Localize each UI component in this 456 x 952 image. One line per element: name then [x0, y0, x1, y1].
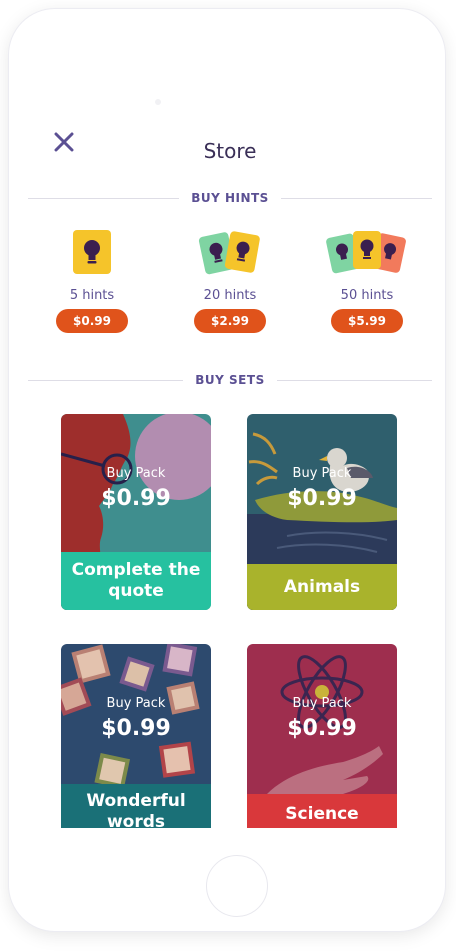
- set-name-band: Science: [247, 794, 397, 828]
- hint-count-label: 20 hints: [203, 288, 257, 303]
- hint-card-icon: [72, 228, 112, 276]
- buy-sets-divider: BUY SETS: [28, 371, 432, 389]
- hint-pack-5[interactable]: 5 hints $0.99: [32, 228, 152, 333]
- set-name: Animals: [283, 576, 361, 597]
- buy-pack-label: Buy Pack: [106, 466, 166, 481]
- set-card-quote[interactable]: Buy Pack $0.99 Complete the quote: [61, 414, 211, 610]
- set-name: Wonderful words: [86, 791, 186, 828]
- set-card-words[interactable]: Buy Pack $0.99 Wonderful words: [61, 644, 211, 828]
- camera-dot: [155, 99, 161, 105]
- hint-price-button[interactable]: $2.99: [194, 309, 266, 333]
- set-name-band: Complete the quote: [61, 552, 211, 610]
- buy-pack-label: Buy Pack: [292, 466, 352, 481]
- hint-pack-50[interactable]: 50 hints $5.99: [307, 228, 427, 333]
- set-card-animals[interactable]: Buy Pack $0.99 Animals: [247, 414, 397, 610]
- set-price: $0.99: [101, 486, 171, 511]
- page-title: Store: [203, 139, 257, 163]
- set-price: $0.99: [101, 716, 171, 741]
- buy-hints-heading: BUY HINTS: [191, 191, 269, 205]
- set-price: $0.99: [287, 486, 357, 511]
- hint-count-label: 50 hints: [340, 288, 394, 303]
- hint-count-label: 5 hints: [69, 288, 115, 303]
- buy-pack-label: Buy Pack: [106, 696, 166, 711]
- set-name: Complete the quote: [71, 560, 201, 601]
- buy-sets-heading: BUY SETS: [195, 373, 265, 387]
- set-card-science[interactable]: Buy Pack $0.99 Science: [247, 644, 397, 828]
- hint-cards-icon: [198, 228, 262, 276]
- set-price: $0.99: [287, 716, 357, 741]
- buy-hints-divider: BUY HINTS: [28, 189, 432, 207]
- hint-pack-20[interactable]: 20 hints $2.99: [170, 228, 290, 333]
- hint-price-button[interactable]: $5.99: [331, 309, 403, 333]
- set-name: Science: [285, 804, 359, 824]
- set-name-band: Animals: [247, 564, 397, 610]
- set-name-band: Wonderful words: [61, 784, 211, 828]
- hint-cards-icon: [325, 228, 409, 276]
- hints-row: 5 hints $0.99 20 hints $2.99 50 hints $5…: [28, 228, 432, 338]
- home-button[interactable]: [206, 855, 268, 917]
- buy-pack-label: Buy Pack: [292, 696, 352, 711]
- store-screen: Store BUY HINTS 5 hints $0.99 20 hints $…: [28, 110, 432, 828]
- hint-price-button[interactable]: $0.99: [56, 309, 128, 333]
